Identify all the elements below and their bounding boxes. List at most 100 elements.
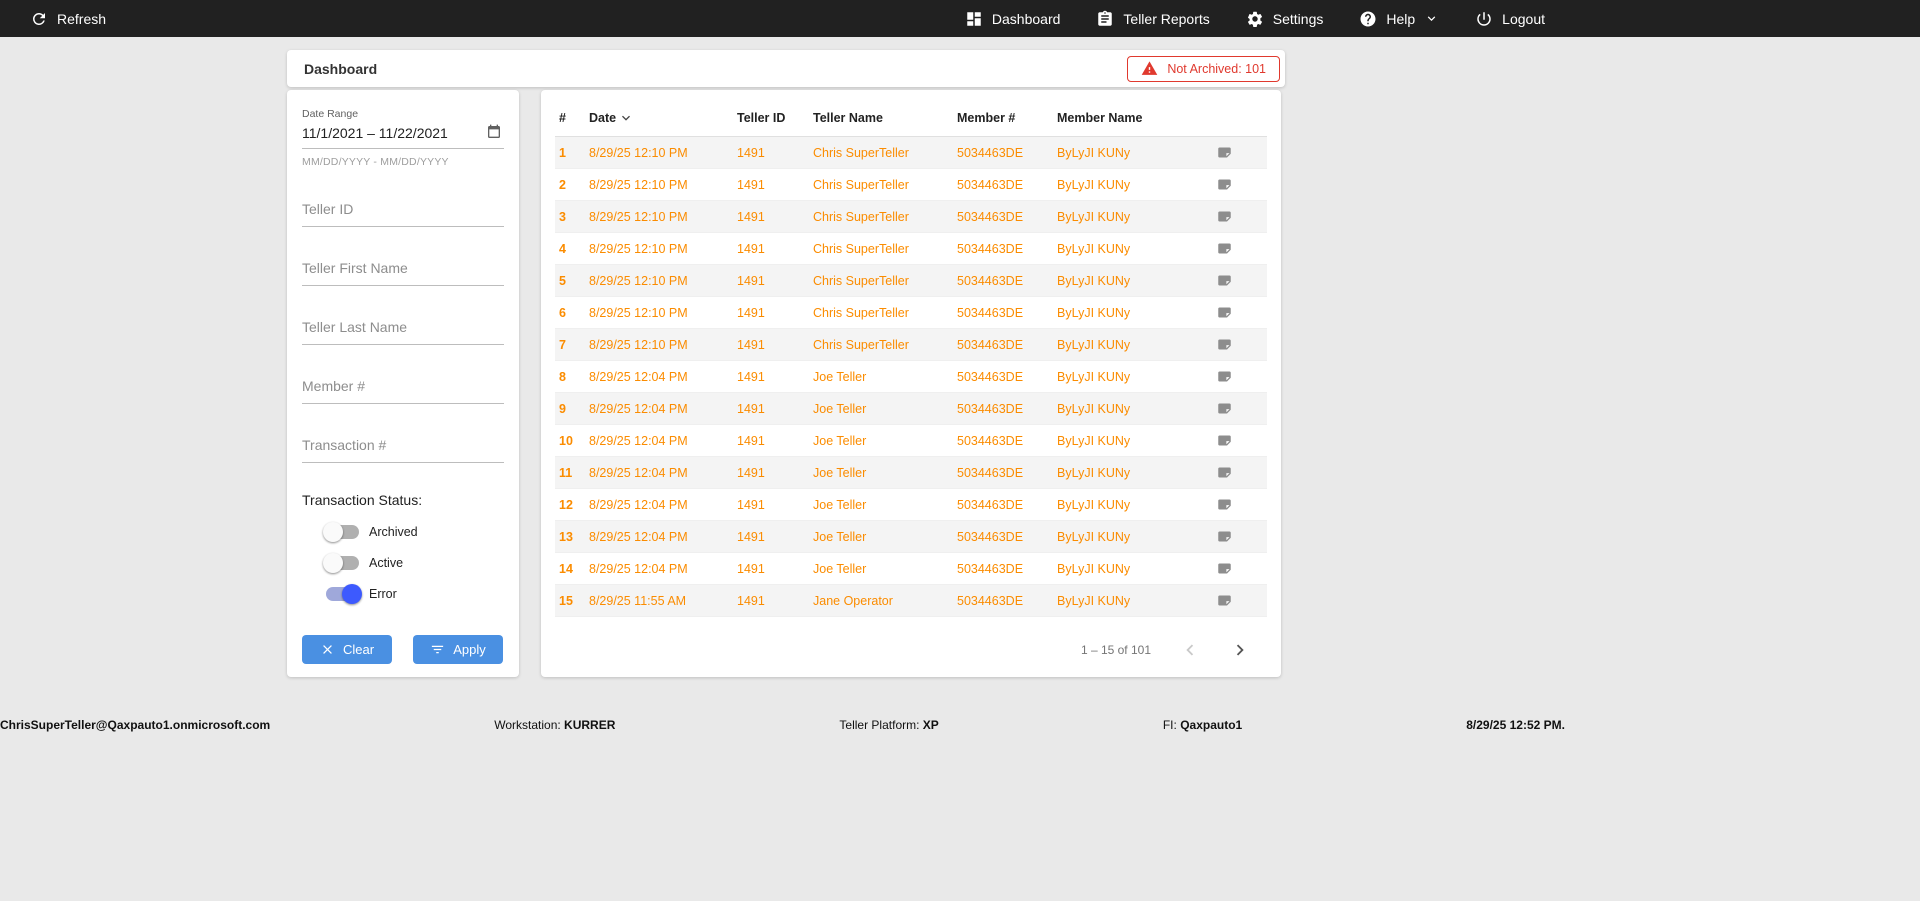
note-icon[interactable] xyxy=(1217,593,1263,608)
row-teller-id: 1491 xyxy=(733,424,809,457)
row-teller-id: 1491 xyxy=(733,360,809,393)
nav-dashboard[interactable]: Dashboard xyxy=(965,10,1060,28)
clear-button[interactable]: Clear xyxy=(302,635,392,664)
note-icon[interactable] xyxy=(1217,305,1263,320)
note-icon[interactable] xyxy=(1217,433,1263,448)
page-title: Dashboard xyxy=(304,60,378,77)
row-teller-name: Chris SuperTeller xyxy=(809,136,953,169)
table-row[interactable]: 3 8/29/25 12:10 PM 1491 Chris SuperTelle… xyxy=(555,200,1267,233)
row-member-name: ByLyJI KUNy xyxy=(1053,552,1213,585)
note-icon[interactable] xyxy=(1217,241,1263,256)
apply-button[interactable]: Apply xyxy=(413,635,503,664)
active-toggle[interactable] xyxy=(323,553,359,573)
transaction-status-label: Transaction Status: xyxy=(302,492,423,508)
row-teller-id: 1491 xyxy=(733,520,809,553)
row-teller-name: Chris SuperTeller xyxy=(809,328,953,361)
nav-settings[interactable]: Settings xyxy=(1246,10,1324,28)
row-member-name: ByLyJI KUNy xyxy=(1053,456,1213,489)
note-icon[interactable] xyxy=(1217,273,1263,288)
date-range-hint: MM/DD/YYYY - MM/DD/YYYY xyxy=(302,156,449,168)
row-teller-id: 1491 xyxy=(733,264,809,297)
row-member-name: ByLyJI KUNy xyxy=(1053,360,1213,393)
date-range-input[interactable] xyxy=(302,122,504,149)
col-header-member-number: Member # xyxy=(953,104,1053,137)
note-icon[interactable] xyxy=(1217,529,1263,544)
teller-id-input[interactable] xyxy=(302,197,504,227)
row-teller-id: 1491 xyxy=(733,232,809,265)
chevron-left-icon xyxy=(1179,639,1201,661)
table-row[interactable]: 9 8/29/25 12:04 PM 1491 Joe Teller 50344… xyxy=(555,392,1267,425)
table-row[interactable]: 13 8/29/25 12:04 PM 1491 Joe Teller 5034… xyxy=(555,520,1267,553)
transactions-table: # Date Teller ID Teller Name Member # Me… xyxy=(555,104,1267,617)
refresh-icon xyxy=(30,10,48,28)
row-number: 12 xyxy=(555,488,585,521)
table-row[interactable]: 12 8/29/25 12:04 PM 1491 Joe Teller 5034… xyxy=(555,488,1267,521)
toggle-row-archived: Archived xyxy=(302,522,504,542)
row-number: 3 xyxy=(555,200,585,233)
row-member-number: 5034463DE xyxy=(953,328,1053,361)
row-member-name: ByLyJI KUNy xyxy=(1053,424,1213,457)
nav-logout[interactable]: Logout xyxy=(1475,10,1545,28)
row-teller-name: Joe Teller xyxy=(809,520,953,553)
next-page-button[interactable] xyxy=(1229,639,1251,661)
note-icon[interactable] xyxy=(1217,209,1263,224)
note-icon[interactable] xyxy=(1217,177,1263,192)
note-icon[interactable] xyxy=(1217,561,1263,576)
row-teller-name: Joe Teller xyxy=(809,456,953,489)
teller-last-name-input[interactable] xyxy=(302,315,504,345)
table-row[interactable]: 10 8/29/25 12:04 PM 1491 Joe Teller 5034… xyxy=(555,424,1267,457)
row-teller-id: 1491 xyxy=(733,552,809,585)
transaction-number-input[interactable] xyxy=(302,433,504,463)
row-member-number: 5034463DE xyxy=(953,424,1053,457)
nav-teller-reports[interactable]: Teller Reports xyxy=(1096,10,1210,28)
archived-toggle-label: Archived xyxy=(369,525,418,539)
col-header-date[interactable]: Date xyxy=(585,104,733,137)
note-icon[interactable] xyxy=(1217,145,1263,160)
nav-help[interactable]: Help xyxy=(1359,10,1439,28)
refresh-button[interactable]: Refresh xyxy=(30,10,106,28)
row-number: 2 xyxy=(555,168,585,201)
help-icon xyxy=(1359,10,1377,28)
archived-toggle[interactable] xyxy=(323,522,359,542)
table-row[interactable]: 4 8/29/25 12:10 PM 1491 Chris SuperTelle… xyxy=(555,232,1267,265)
col-header-number: # xyxy=(555,104,585,137)
table-row[interactable]: 6 8/29/25 12:10 PM 1491 Chris SuperTelle… xyxy=(555,296,1267,329)
row-date: 8/29/25 12:10 PM xyxy=(585,136,733,169)
not-archived-badge[interactable]: Not Archived: 101 xyxy=(1127,55,1280,82)
member-number-input[interactable] xyxy=(302,374,504,404)
note-icon[interactable] xyxy=(1217,369,1263,384)
row-number: 14 xyxy=(555,552,585,585)
table-row[interactable]: 8 8/29/25 12:04 PM 1491 Joe Teller 50344… xyxy=(555,360,1267,393)
pagination-range: 1 – 15 of 101 xyxy=(1080,643,1151,657)
row-date: 8/29/25 12:10 PM xyxy=(585,232,733,265)
calendar-icon[interactable] xyxy=(486,124,502,140)
table-row[interactable]: 2 8/29/25 12:10 PM 1491 Chris SuperTelle… xyxy=(555,168,1267,201)
error-toggle[interactable] xyxy=(326,584,362,604)
table-row[interactable]: 5 8/29/25 12:10 PM 1491 Chris SuperTelle… xyxy=(555,264,1267,297)
note-icon[interactable] xyxy=(1217,401,1263,416)
previous-page-button[interactable] xyxy=(1179,639,1201,661)
table-row[interactable]: 15 8/29/25 11:55 AM 1491 Jane Operator 5… xyxy=(555,584,1267,617)
row-date: 8/29/25 12:04 PM xyxy=(585,488,733,521)
note-icon[interactable] xyxy=(1217,337,1263,352)
row-member-number: 5034463DE xyxy=(953,200,1053,233)
table-row[interactable]: 11 8/29/25 12:04 PM 1491 Joe Teller 5034… xyxy=(555,456,1267,489)
filter-panel: Date Range MM/DD/YYYY - MM/DD/YYYY Trans… xyxy=(287,90,519,677)
table-row[interactable]: 1 8/29/25 12:10 PM 1491 Chris SuperTelle… xyxy=(555,136,1267,169)
fi-info: FI: Qaxpauto1 xyxy=(1162,718,1243,732)
table-row[interactable]: 14 8/29/25 12:04 PM 1491 Joe Teller 5034… xyxy=(555,552,1267,585)
row-number: 11 xyxy=(555,456,585,489)
note-icon[interactable] xyxy=(1217,465,1263,480)
teller-first-name-input[interactable] xyxy=(302,256,504,286)
nav-settings-label: Settings xyxy=(1272,10,1324,27)
note-icon[interactable] xyxy=(1217,497,1263,512)
row-member-name: ByLyJI KUNy xyxy=(1053,488,1213,521)
status-bar: ChrisSuperTeller@Qaxpauto1.onmicrosoft.c… xyxy=(0,713,1565,737)
nav-logout-label: Logout xyxy=(1502,10,1545,27)
table-row[interactable]: 7 8/29/25 12:10 PM 1491 Chris SuperTelle… xyxy=(555,328,1267,361)
row-teller-name: Joe Teller xyxy=(809,424,953,457)
dashboard-icon xyxy=(965,10,983,28)
row-member-name: ByLyJI KUNy xyxy=(1053,136,1213,169)
col-header-notes xyxy=(1213,104,1267,137)
row-date: 8/29/25 12:04 PM xyxy=(585,520,733,553)
